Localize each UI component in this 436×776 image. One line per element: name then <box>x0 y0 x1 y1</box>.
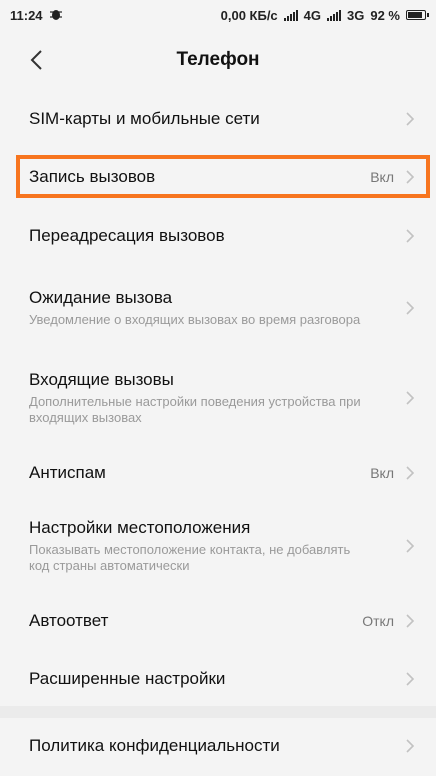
item-label: Политика конфиденциальности <box>29 736 280 755</box>
item-value: Вкл <box>370 465 394 481</box>
list-item-incoming-calls[interactable]: Входящие вызовы Дополнительные настройки… <box>0 362 436 434</box>
item-description: Показывать местоположение контакта, не д… <box>29 542 351 573</box>
chevron-right-icon <box>404 111 416 127</box>
item-label: Переадресация вызовов <box>29 226 225 245</box>
battery-level: 92 % <box>370 7 400 23</box>
list-item-auto-answer[interactable]: Автоответ Откл <box>0 596 436 646</box>
battery-icon <box>406 10 429 20</box>
list-item-call-waiting[interactable]: Ожидание вызова Уведомление о входящих в… <box>0 272 436 344</box>
list-item-call-forwarding[interactable]: Переадресация вызовов <box>0 210 436 262</box>
status-time: 11:24 <box>10 7 43 23</box>
list-item-location-settings[interactable]: Настройки местоположения Показывать мест… <box>0 510 436 582</box>
item-label: Входящие вызовы <box>29 370 174 389</box>
chevron-right-icon <box>404 465 416 481</box>
chevron-right-icon <box>404 300 416 316</box>
list-item-privacy-policy[interactable]: Политика конфиденциальности <box>0 722 436 770</box>
item-label: Автоответ <box>29 611 109 630</box>
status-bar: 11:24 0,00 КБ/с 4G 3G 92 % <box>0 0 436 30</box>
section-divider <box>0 706 436 718</box>
chevron-left-icon <box>30 50 42 70</box>
signal-icon <box>283 9 298 21</box>
item-description: Дополнительные настройки поведения устро… <box>29 394 361 425</box>
network-type-1: 4G <box>303 7 322 23</box>
chevron-right-icon <box>404 228 416 244</box>
status-bar-left: 11:24 <box>10 8 63 23</box>
chevron-right-icon <box>404 738 416 754</box>
list-item-call-recording[interactable]: Запись вызовов Вкл <box>0 156 436 198</box>
item-label: Настройки местоположения <box>29 518 251 537</box>
network-type-2: 3G <box>347 7 365 23</box>
app-header: Телефон <box>0 30 436 90</box>
chevron-right-icon <box>404 613 416 629</box>
item-label: SIM-карты и мобильные сети <box>29 109 260 128</box>
chevron-right-icon <box>404 671 416 687</box>
status-bar-right: 0,00 КБ/с 4G 3G 92 % <box>220 7 429 23</box>
item-value: Вкл <box>370 169 394 185</box>
item-label: Ожидание вызова <box>29 288 173 307</box>
page-title: Телефон <box>176 49 260 70</box>
network-speed: 0,00 КБ/с <box>220 7 278 23</box>
item-value: Откл <box>362 613 394 629</box>
back-button[interactable] <box>24 46 48 74</box>
chevron-right-icon <box>404 390 416 406</box>
list-item-antispam[interactable]: Антиспам Вкл <box>0 448 436 498</box>
signal-icon-2 <box>327 9 342 21</box>
list-item-advanced-settings[interactable]: Расширенные настройки <box>0 654 436 704</box>
item-label: Антиспам <box>29 463 106 482</box>
list-item-sim-cards[interactable]: SIM-карты и мобильные сети <box>0 90 436 148</box>
item-label: Запись вызовов <box>29 167 156 186</box>
debug-icon <box>49 8 63 23</box>
item-label: Расширенные настройки <box>29 669 226 688</box>
chevron-right-icon <box>404 169 416 185</box>
item-description: Уведомление о входящих вызовах во время … <box>29 312 361 327</box>
chevron-right-icon <box>404 538 416 554</box>
